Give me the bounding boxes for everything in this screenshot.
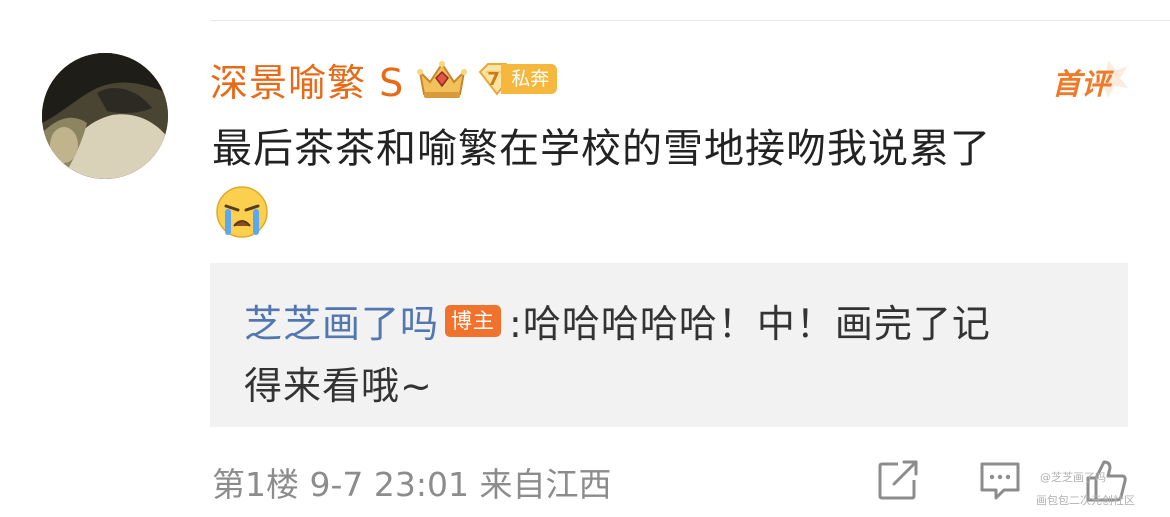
watermark-line-2: 画包包二次元创社区 [1036,494,1135,507]
comment-meta: 第1楼 9-7 23:01 来自江西 [212,465,612,504]
reply-text-line-1: :哈哈哈哈哈！中！画完了记 [509,302,991,346]
comment-icon[interactable] [978,458,1022,502]
comment-card: 深景喻繁 S 7 私奔 首评 最后茶茶和喻繁在学校的雪地接吻我说累了 芝芝画了吗… [0,0,1170,517]
watermark-line-1: @芝芝画了吗 [1040,471,1106,484]
crown-icon [417,61,468,98]
crying-face-icon [216,186,268,238]
comment-text: 最后茶茶和喻繁在学校的雪地接吻我说累了 [212,126,991,172]
reply-box[interactable]: 芝芝画了吗 博主 :哈哈哈哈哈！中！画完了记 得来看哦~ [210,263,1128,427]
top-divider [210,20,1170,21]
level-number: 7 [487,68,500,90]
level-tag: 私奔 [501,64,558,94]
reply-line-1: 芝芝画了吗 博主 :哈哈哈哈哈！中！画完了记 [244,293,991,348]
first-comment-label: 首评 [1052,67,1111,101]
share-icon[interactable] [876,458,920,502]
reply-text-line-2: 得来看哦~ [244,364,433,408]
reply-username[interactable]: 芝芝画了吗 [244,293,439,348]
username-row: 深景喻繁 S 7 私奔 [210,52,558,107]
blogger-badge: 博主 [445,304,502,337]
username[interactable]: 深景喻繁 S [210,52,404,107]
avatar[interactable] [42,53,168,179]
level-badge[interactable]: 7 私奔 [476,62,558,96]
